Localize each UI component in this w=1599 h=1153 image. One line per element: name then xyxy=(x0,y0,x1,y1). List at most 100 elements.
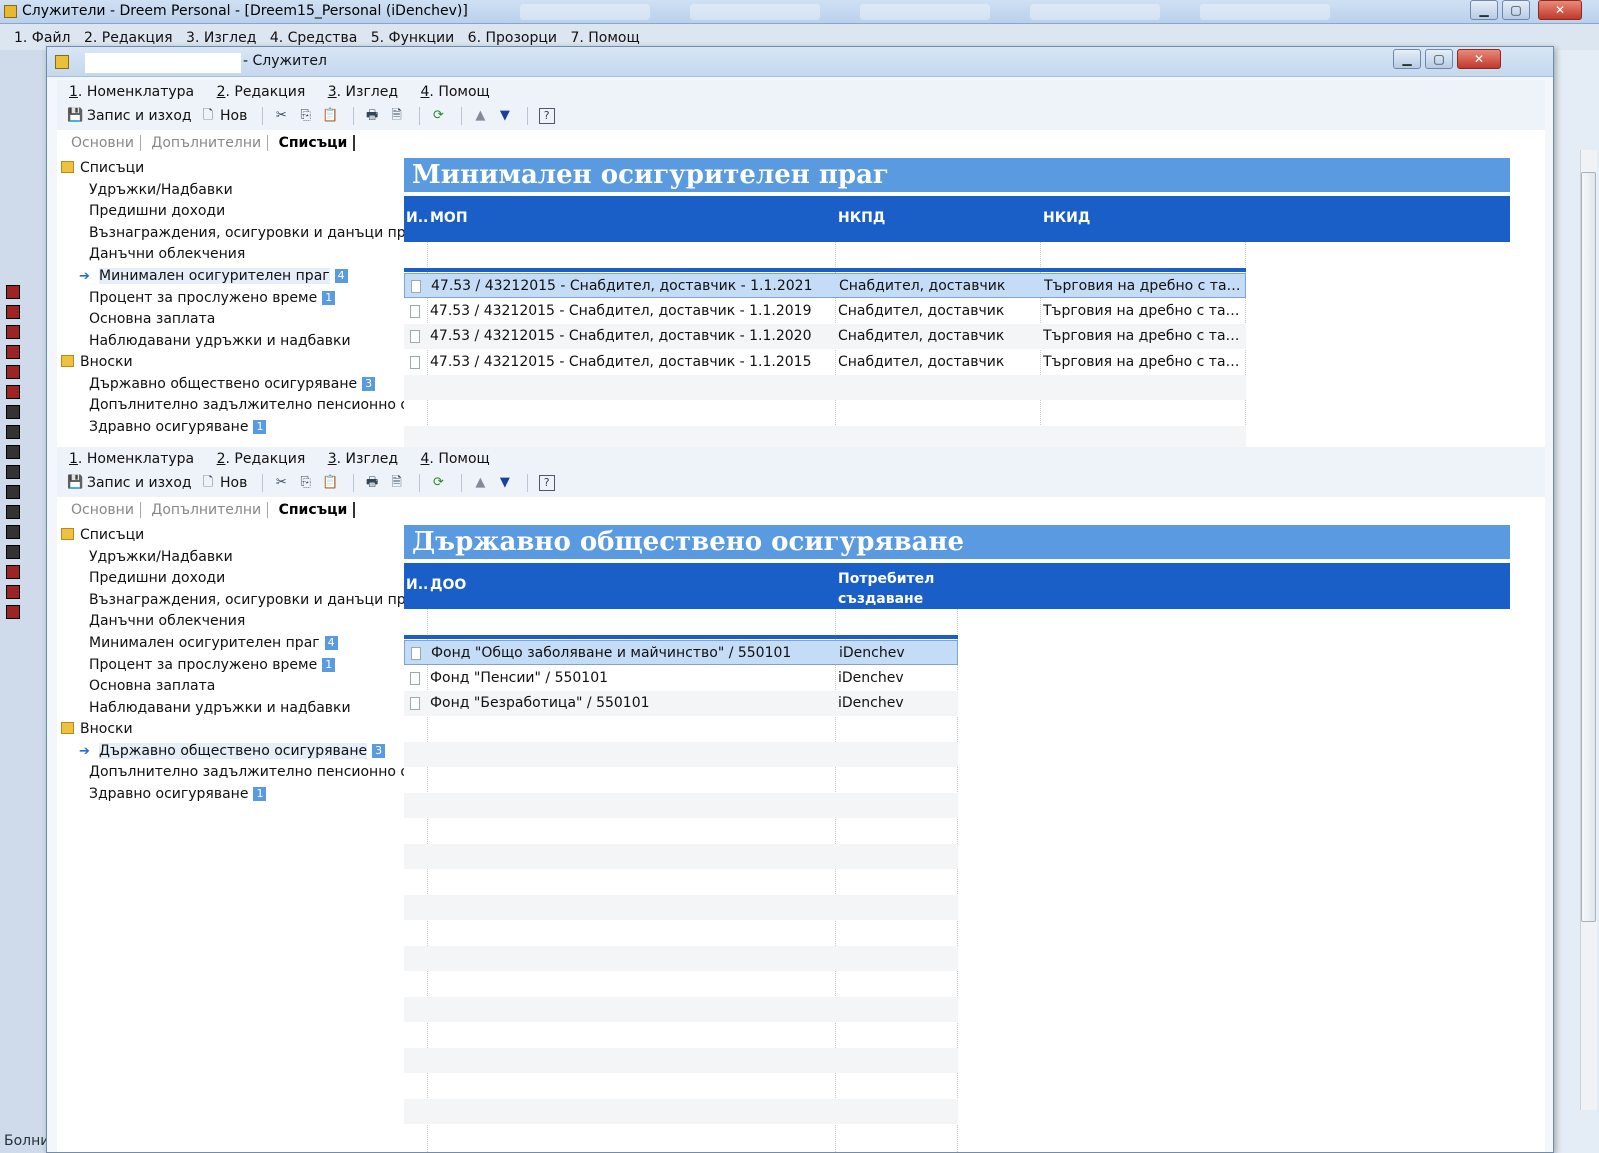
list-item[interactable] xyxy=(6,345,46,363)
window-close-button[interactable]: ✕ xyxy=(1457,49,1501,69)
list-item[interactable] xyxy=(6,325,46,343)
print-icon[interactable]: 🖶 xyxy=(364,475,380,491)
menu-item-edit[interactable]: 2. Редакция xyxy=(217,84,315,100)
table-row[interactable]: Фонд "Пенсии" / 550101 iDenchev xyxy=(404,666,958,691)
tree-item[interactable]: Предишни доходи xyxy=(89,201,225,222)
column-header-created-by[interactable]: Потребител създаване xyxy=(838,569,934,609)
list-item[interactable] xyxy=(6,465,46,483)
menu-item-nomenclature[interactable]: 1. Номенклатура xyxy=(69,451,203,467)
arrow-down-icon[interactable]: ▼ xyxy=(497,108,513,124)
menu-item-view[interactable]: 3. Изглед xyxy=(328,451,407,467)
copy-icon[interactable]: ⎘ xyxy=(298,108,314,124)
tree-folder-contributions[interactable]: Вноски xyxy=(57,719,133,740)
menu-item-help[interactable]: 4. Помощ xyxy=(421,451,499,467)
list-item[interactable] xyxy=(6,365,46,383)
tab-additional[interactable]: Допълнителни xyxy=(145,502,269,518)
column-header-id[interactable]: И.. xyxy=(406,210,428,226)
table-row[interactable]: Фонд "Безработица" / 550101 iDenchev xyxy=(404,691,958,716)
list-item[interactable] xyxy=(6,425,46,443)
arrow-up-icon[interactable]: ▲ xyxy=(472,475,488,491)
tab-additional[interactable]: Допълнителни xyxy=(145,135,269,151)
tab-lists[interactable]: Списъци xyxy=(272,502,356,518)
cut-icon[interactable]: ✂ xyxy=(273,475,289,491)
table-row-selected[interactable]: Фонд "Общо заболяване и майчинство" / 55… xyxy=(404,640,958,665)
column-header-id[interactable]: И.. xyxy=(406,577,428,593)
list-item[interactable] xyxy=(6,545,46,563)
tree-item[interactable]: Удръжки/Надбавки xyxy=(89,180,233,201)
window-maximize-button[interactable]: ▢ xyxy=(1425,49,1453,69)
cut-icon[interactable]: ✂ xyxy=(273,108,289,124)
list-item[interactable] xyxy=(6,385,46,403)
tree-item-min-insurance-selected[interactable]: ➔ Минимален осигурителен праг 4 xyxy=(57,266,348,287)
tree-item[interactable]: Възнаграждения, осигуровки и данъци при xyxy=(89,590,415,611)
app-menu-item[interactable]: 2. Редакция xyxy=(84,30,173,46)
tree-item[interactable]: Процент за прослужено време 1 xyxy=(89,288,336,309)
tree-item[interactable]: Данъчни облекчения xyxy=(89,244,245,265)
tree-item[interactable]: Допълнително задължително пенсионно о xyxy=(89,395,409,416)
save-exit-button[interactable]: 💾 Запис и изход xyxy=(67,475,192,491)
tree-item[interactable]: Удръжки/Надбавки xyxy=(89,547,233,568)
app-menu-item[interactable]: 4. Средства xyxy=(270,30,357,46)
list-item[interactable] xyxy=(6,505,46,523)
table-row[interactable]: 47.53 / 43212015 - Снабдител, доставчик … xyxy=(404,350,1246,375)
tree-item[interactable]: Процент за прослужено време 1 xyxy=(89,655,336,676)
tree-item[interactable]: Здравно осигуряване 1 xyxy=(89,417,267,438)
tree-folder-lists[interactable]: Списъци xyxy=(57,525,144,546)
paste-icon[interactable]: 📋 xyxy=(322,108,338,124)
column-header-doo[interactable]: ДОО xyxy=(430,577,466,593)
help-icon[interactable]: ? xyxy=(538,108,555,124)
new-button[interactable]: 🗋 Нов xyxy=(200,475,248,491)
copy-icon[interactable]: ⎘ xyxy=(298,475,314,491)
table-row[interactable]: 47.53 / 43212015 - Снабдител, доставчик … xyxy=(404,299,1246,324)
tree-item[interactable]: Държавно обществено осигуряване 3 xyxy=(89,374,376,395)
window-minimize-button[interactable]: ▁ xyxy=(1393,49,1421,69)
column-header-nkpd[interactable]: НКПД xyxy=(838,210,885,226)
app-close-button[interactable]: ✕ xyxy=(1538,0,1582,20)
app-maximize-button[interactable]: ▢ xyxy=(1502,0,1530,20)
tree-item[interactable]: Наблюдавани удръжки и надбавки xyxy=(89,331,351,352)
tree-item-state-insurance-selected[interactable]: ➔ Държавно обществено осигуряване 3 xyxy=(57,741,386,762)
menu-item-help[interactable]: 4. Помощ xyxy=(421,84,499,100)
tree-item[interactable]: Допълнително задължително пенсионно о xyxy=(89,762,409,783)
column-header-mop[interactable]: МОП xyxy=(430,210,468,226)
list-item[interactable] xyxy=(6,485,46,503)
tree-item[interactable]: Предишни доходи xyxy=(89,568,225,589)
app-menu-item[interactable]: 3. Изглед xyxy=(186,30,256,46)
help-icon[interactable]: ? xyxy=(538,475,555,491)
table-row[interactable]: 47.53 / 43212015 - Снабдител, доставчик … xyxy=(404,324,1246,349)
list-item[interactable] xyxy=(6,585,46,603)
menu-item-view[interactable]: 3. Изглед xyxy=(328,84,407,100)
tree-folder-contributions[interactable]: Вноски xyxy=(57,352,133,373)
tree-item[interactable]: Здравно осигуряване 1 xyxy=(89,784,267,805)
app-menu-item[interactable]: 7. Помощ xyxy=(570,30,639,46)
list-item[interactable] xyxy=(6,285,46,303)
tree-item[interactable]: Основна заплата xyxy=(89,309,215,330)
app-menu-item[interactable]: 5. Функции xyxy=(371,30,454,46)
app-menu-item[interactable]: 1. Файл xyxy=(14,30,71,46)
paste-icon[interactable]: 📋 xyxy=(322,475,338,491)
app-menu-item[interactable]: 6. Прозорци xyxy=(468,30,557,46)
tab-basic[interactable]: Основни xyxy=(65,135,141,151)
tree-item[interactable]: Данъчни облекчения xyxy=(89,611,245,632)
tree-item[interactable]: Възнаграждения, осигуровки и данъци при xyxy=(89,223,415,244)
tree-item[interactable]: Наблюдавани удръжки и надбавки xyxy=(89,698,351,719)
arrow-down-icon[interactable]: ▼ xyxy=(497,475,513,491)
arrow-up-icon[interactable]: ▲ xyxy=(472,108,488,124)
column-header-nkid[interactable]: НКИД xyxy=(1043,210,1090,226)
preview-icon[interactable]: 🗎 xyxy=(389,108,405,124)
tree-folder-lists[interactable]: Списъци xyxy=(57,158,144,179)
list-item[interactable] xyxy=(6,525,46,543)
menu-item-nomenclature[interactable]: 1. Номенклатура xyxy=(69,84,203,100)
preview-icon[interactable]: 🗎 xyxy=(389,475,405,491)
refresh-icon[interactable]: ⟳ xyxy=(430,475,446,491)
app-minimize-button[interactable]: ▁ xyxy=(1470,0,1498,20)
list-item[interactable] xyxy=(6,305,46,323)
list-item[interactable] xyxy=(6,405,46,423)
save-exit-button[interactable]: 💾 Запис и изход xyxy=(67,108,192,124)
list-item[interactable] xyxy=(6,565,46,583)
list-item[interactable] xyxy=(6,605,46,623)
new-button[interactable]: 🗋 Нов xyxy=(200,108,248,124)
tab-basic[interactable]: Основни xyxy=(65,502,141,518)
list-item[interactable] xyxy=(6,445,46,463)
table-row-selected[interactable]: 47.53 / 43212015 - Снабдител, доставчик … xyxy=(404,273,1246,298)
